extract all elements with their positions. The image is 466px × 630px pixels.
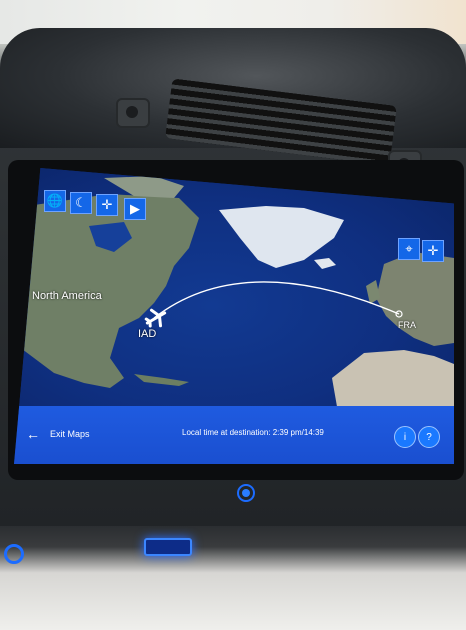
seatback-lower — [0, 526, 466, 630]
help-icon: ? — [426, 431, 432, 443]
continent-label: North America — [32, 290, 102, 302]
info-icon: i — [403, 431, 407, 443]
screw-left — [116, 98, 150, 128]
help-button[interactable]: ? — [418, 426, 440, 448]
side-indicator-light — [4, 544, 24, 564]
photo-background: 🌐 ☾ ✛ ▶ ⌖ ✛ North America IAD FRA ← Exit… — [0, 0, 466, 630]
play-icon[interactable]: ▶ — [124, 198, 146, 220]
origin-label: IAD — [138, 328, 157, 340]
info-button[interactable]: i — [394, 426, 416, 448]
map-bottom-bar: ← Exit Maps Local time at destination: 2… — [14, 406, 454, 464]
destination-label: FRA — [398, 320, 416, 330]
pan-icon-right[interactable]: ✛ — [422, 240, 444, 262]
globe-icon[interactable]: 🌐 — [44, 190, 66, 212]
local-time-label: Local time at destination: — [182, 428, 271, 437]
flight-path — [153, 281, 400, 319]
iceland-landmass — [314, 258, 336, 269]
pan-icon[interactable]: ✛ — [96, 194, 118, 216]
moon-icon[interactable]: ☾ — [70, 192, 92, 214]
local-time-value: 2:39 pm/14:39 — [272, 428, 324, 437]
europe-landmass — [376, 252, 454, 346]
back-arrow-icon: ← — [26, 426, 40, 442]
exit-maps-label: Exit Maps — [50, 429, 90, 439]
usb-port[interactable] — [144, 538, 192, 556]
exit-maps-button[interactable]: ← Exit Maps — [26, 426, 90, 442]
locate-icon[interactable]: ⌖ — [398, 238, 420, 260]
flight-map-screen: 🌐 ☾ ✛ ▶ ⌖ ✛ North America IAD FRA ← Exit… — [14, 168, 454, 464]
home-button[interactable] — [237, 484, 255, 502]
local-time-display: Local time at destination: 2:39 pm/14:39 — [182, 428, 324, 437]
cuba-landmass — [134, 374, 189, 386]
